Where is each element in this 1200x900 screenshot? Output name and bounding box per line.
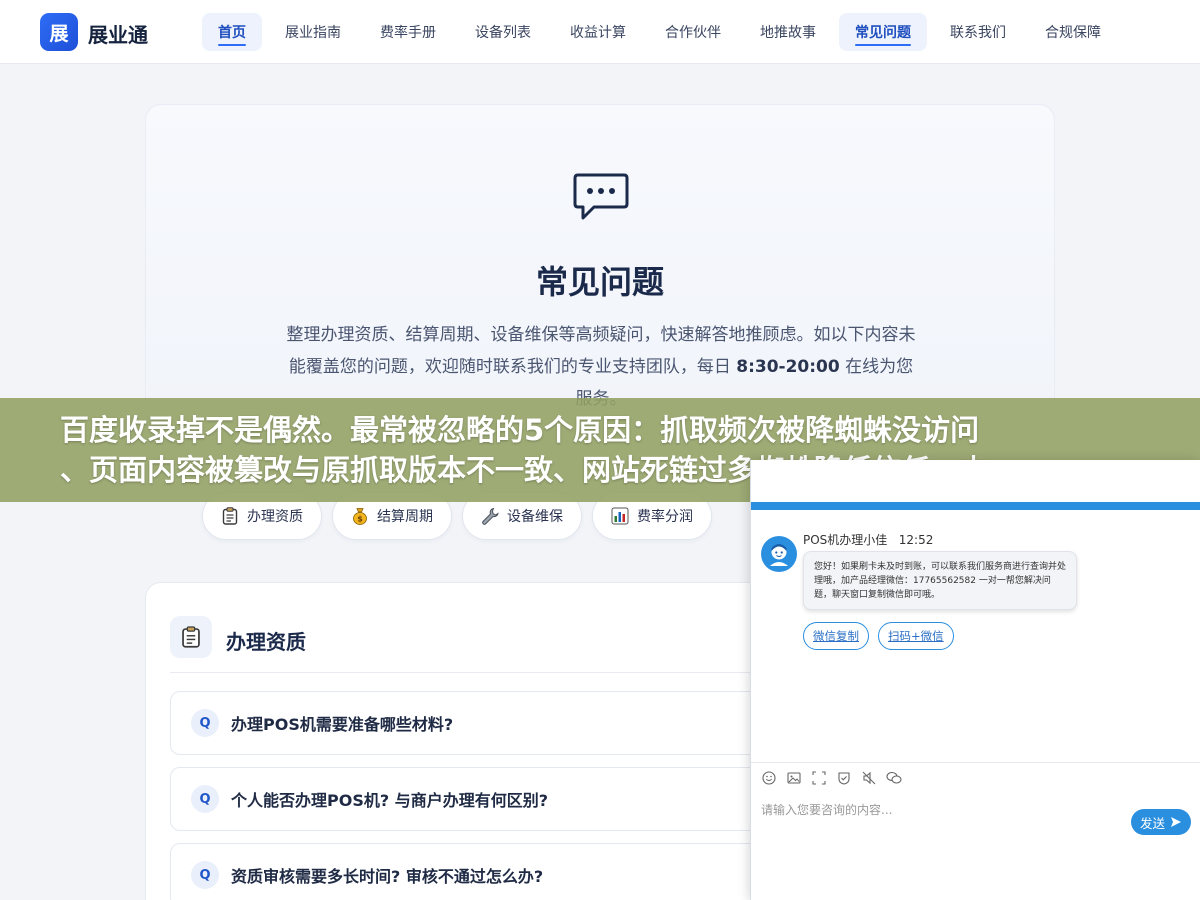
chat-bubble-icon	[573, 173, 629, 220]
chat-widget: — □ POS机办理小佳 12:52 您好！如果刷卡未及时到账，可以联系我们服务…	[750, 460, 1200, 900]
mute-icon[interactable]	[861, 770, 877, 786]
money-bag-icon: $	[351, 507, 369, 525]
faq-question: 办理POS机需要准备哪些材料?	[231, 715, 454, 734]
minimize-icon[interactable]: —	[1151, 464, 1167, 480]
image-icon[interactable]	[786, 770, 802, 786]
send-button[interactable]: 发送	[1131, 809, 1191, 835]
service-hours: 8:30-20:00	[736, 357, 840, 377]
logo[interactable]: 展	[40, 13, 78, 51]
faq-item[interactable]: Q 个人能否办理POS机? 与商户办理有何区别?	[170, 767, 790, 831]
pill-label: 结算周期	[377, 509, 433, 525]
chat-titlebar: — □	[751, 460, 1200, 502]
faq-question: 个人能否办理POS机? 与商户办理有何区别?	[231, 791, 548, 810]
chat-accent-bar	[751, 502, 1200, 510]
main-nav: 首页 展业指南 费率手册 设备列表 收益计算 合作伙伴 地推故事 常见问题 联系…	[202, 13, 1124, 51]
bar-chart-icon	[611, 507, 629, 525]
wrench-icon	[481, 507, 499, 525]
nav-contact[interactable]: 联系我们	[934, 13, 1022, 51]
chat-input[interactable]	[761, 800, 1121, 820]
chat-divider	[751, 762, 1200, 763]
wechat-icon[interactable]	[886, 770, 902, 786]
q-badge: Q	[191, 785, 219, 813]
nav-rates[interactable]: 费率手册	[364, 13, 452, 51]
q-badge: Q	[191, 709, 219, 737]
agent-name: POS机办理小佳	[803, 533, 888, 547]
faq-question: 资质审核需要多长时间? 审核不通过怎么办?	[231, 867, 544, 886]
brand-name[interactable]: 展业通	[88, 19, 148, 48]
hero-card: 常见问题 整理办理资质、结算周期、设备维保等高频疑问，快速解答地推顾虑。如以下内…	[145, 104, 1055, 424]
rating-icon[interactable]	[836, 770, 852, 786]
faq-section-qualification: 办理资质 Q 办理POS机需要准备哪些材料? Q 个人能否办理POS机? 与商户…	[145, 582, 790, 900]
nav-guide[interactable]: 展业指南	[269, 13, 357, 51]
nav-stories[interactable]: 地推故事	[744, 13, 832, 51]
q-badge: Q	[191, 861, 219, 889]
chat-toolbar	[761, 770, 902, 786]
pill-label: 费率分润	[637, 509, 693, 525]
nav-earnings[interactable]: 收益计算	[554, 13, 642, 51]
banner-line-1: 百度收录掉不是偶然。最常被忽略的5个原因：抓取频次被降蜘蛛没访问	[60, 413, 980, 447]
copy-wechat-button[interactable]: 微信复制	[803, 622, 869, 650]
nav-faq[interactable]: 常见问题	[839, 13, 927, 51]
nav-devices[interactable]: 设备列表	[459, 13, 547, 51]
section-divider	[170, 672, 764, 673]
maximize-icon[interactable]: □	[1175, 464, 1191, 480]
agent-avatar-icon	[765, 540, 793, 568]
pill-label: 办理资质	[247, 509, 303, 525]
send-icon	[1171, 817, 1181, 827]
avatar	[761, 536, 797, 572]
faq-item[interactable]: Q 办理POS机需要准备哪些材料?	[170, 691, 790, 755]
send-label: 发送	[1139, 816, 1165, 831]
message-time: 12:52	[898, 533, 934, 547]
emoji-icon[interactable]	[761, 770, 777, 786]
clipboard-icon	[221, 507, 239, 525]
nav-home[interactable]: 首页	[202, 13, 262, 51]
nav-partners[interactable]: 合作伙伴	[649, 13, 737, 51]
page-title: 常见问题	[535, 263, 664, 301]
agent-name-line: POS机办理小佳 12:52	[803, 531, 933, 548]
scan-wechat-button[interactable]: 扫码+微信	[878, 622, 954, 650]
section-title: 办理资质	[226, 630, 306, 654]
chat-message: 您好！如果刷卡未及时到账，可以联系我们服务商进行查询并处理哦，加产品经理微信：1…	[803, 551, 1077, 610]
faq-item[interactable]: Q 资质审核需要多长时间? 审核不通过怎么办?	[170, 843, 790, 900]
screenshot-icon[interactable]	[811, 770, 827, 786]
pill-label: 设备维保	[507, 509, 563, 525]
site-header: 展 展业通 首页 展业指南 费率手册 设备列表 收益计算 合作伙伴 地推故事 常…	[0, 0, 1200, 64]
svg-text:$: $	[357, 515, 363, 524]
clipboard-icon	[170, 616, 212, 658]
nav-compliance[interactable]: 合规保障	[1029, 13, 1117, 51]
